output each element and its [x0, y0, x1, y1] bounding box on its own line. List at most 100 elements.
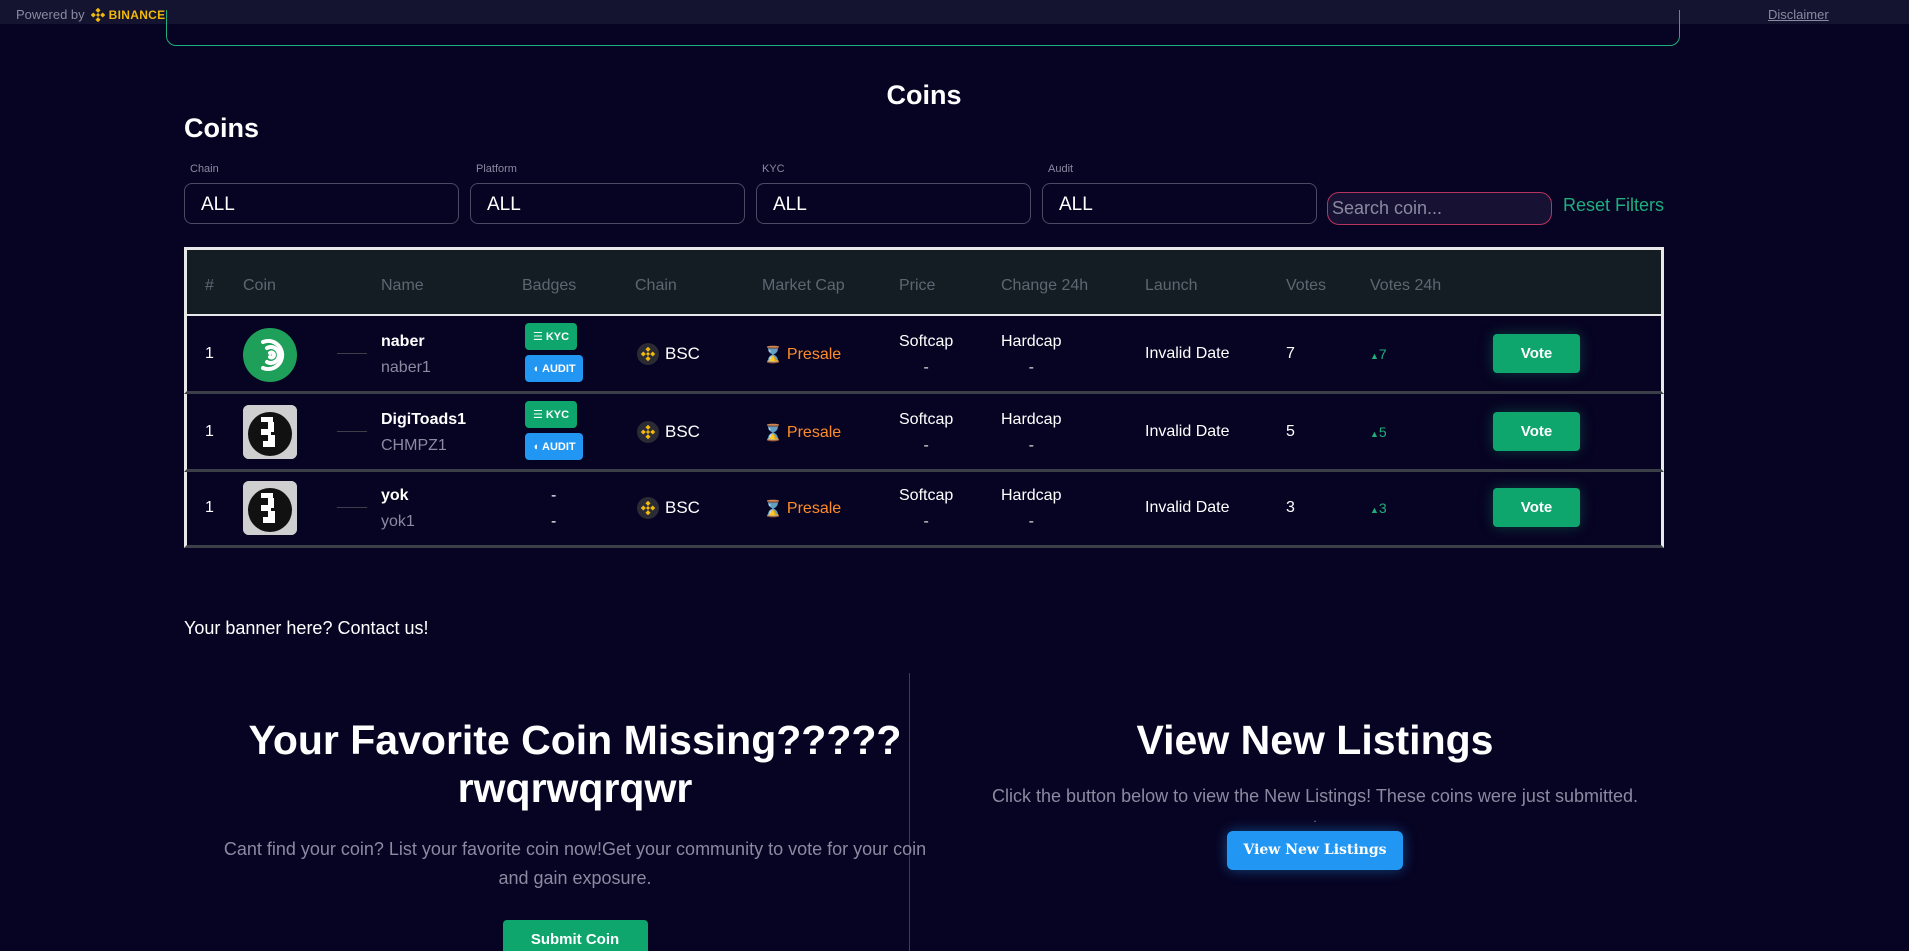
header-chain[interactable]: Chain	[635, 277, 677, 295]
up-arrow-icon: ▲	[1370, 505, 1379, 515]
coin-symbol: naber1	[381, 359, 431, 376]
hourglass-icon: ⌛	[763, 501, 783, 518]
coin-name[interactable]: naber	[381, 333, 431, 351]
new-listings-section: View New Listings Click the button below…	[980, 716, 1650, 870]
binance-logo[interactable]: BINANCE	[90, 7, 166, 22]
kyc-badge[interactable]: ☰ KYC	[525, 401, 577, 428]
bnb-chain-icon	[637, 497, 659, 519]
hardcap-value: -	[1028, 437, 1034, 454]
presale-label: Presale	[786, 500, 842, 517]
vote-button[interactable]: Vote	[1493, 488, 1580, 527]
filter-platform: Platform ALL	[470, 163, 745, 224]
header-votes-24h[interactable]: Votes 24h	[1370, 277, 1441, 295]
price-cell: Softcap -	[899, 333, 953, 377]
header-votes[interactable]: Votes	[1286, 277, 1326, 295]
header-market-cap[interactable]: Market Cap	[762, 277, 845, 295]
submit-coin-button[interactable]: Submit Coin	[502, 920, 648, 951]
submit-coin-title: Your Favorite Coin Missing????? rwqrwqrq…	[220, 716, 930, 812]
audit-badge-label: AUDIT	[542, 362, 576, 375]
hardcap-label: Hardcap	[1001, 411, 1062, 428]
row-divider	[337, 507, 367, 508]
badges: ☰ KYC ◖ AUDIT	[525, 401, 583, 460]
pixel-toad-logo-icon	[243, 481, 297, 535]
header-change-24h[interactable]: Change 24h	[1001, 277, 1088, 295]
header-rank[interactable]: #	[205, 277, 214, 295]
hardcap-value: -	[1028, 513, 1034, 530]
change-cell: Hardcap -	[1001, 411, 1061, 455]
hardcap-label: Hardcap	[1001, 333, 1062, 350]
change-cell: Hardcap -	[1001, 333, 1061, 377]
row-divider	[337, 431, 367, 432]
coin-name-block: naber naber1	[381, 333, 431, 377]
new-listings-text: Click the button below to view the New L…	[992, 786, 1638, 806]
price-cell: Softcap -	[899, 411, 953, 455]
chain-cell: BSC	[637, 497, 700, 519]
shield-icon: ◖	[532, 440, 540, 453]
softcap-value: -	[923, 513, 929, 530]
filter-audit-label: Audit	[1048, 163, 1074, 175]
vote-button[interactable]: Vote	[1493, 334, 1580, 373]
coin-name[interactable]: yok	[381, 487, 415, 505]
table-header: # Coin Name Badges Chain Market Cap Pric…	[184, 247, 1664, 316]
binance-icon	[90, 7, 105, 22]
chain-name: BSC	[665, 344, 700, 363]
filter-audit-select[interactable]: ALL	[1042, 183, 1317, 224]
hardcap-value: -	[1028, 359, 1034, 376]
kyc-icon: ☰	[532, 331, 543, 343]
coins-table: # Coin Name Badges Chain Market Cap Pric…	[184, 247, 1664, 548]
up-arrow-icon: ▲	[1370, 429, 1379, 439]
header-badges[interactable]: Badges	[522, 277, 576, 295]
table-row[interactable]: 1 naber naber1 ☰ KYC ◖ AUDIT BSC ⌛ Presa…	[184, 316, 1664, 394]
votes-count: 3	[1286, 499, 1295, 516]
filter-chain-select[interactable]: ALL	[184, 183, 459, 224]
coin-name[interactable]: DigiToads1	[381, 411, 466, 429]
submit-coin-title-line2: rwqrwqrqwr	[457, 765, 693, 811]
coin-symbol: CHMPZ1	[381, 437, 447, 454]
coin-name-block: yok yok1	[381, 487, 415, 531]
reset-filters-button[interactable]: Reset Filters	[1563, 195, 1664, 216]
softcap-value: -	[923, 359, 929, 376]
hourglass-icon: ⌛	[763, 347, 783, 364]
header-name[interactable]: Name	[381, 277, 424, 295]
disclaimer-link[interactable]: Disclaimer	[1768, 7, 1829, 22]
bnb-chain-icon	[637, 421, 659, 443]
filter-chain-label: Chain	[190, 163, 219, 175]
table-row[interactable]: 1 yok yok1 - - BSC ⌛ Presale Softcap - H…	[184, 472, 1664, 548]
header-price[interactable]: Price	[899, 277, 935, 295]
votes-count: 5	[1286, 423, 1295, 440]
header-launch[interactable]: Launch	[1145, 277, 1198, 295]
filter-kyc-label: KYC	[762, 163, 785, 175]
header-coin[interactable]: Coin	[243, 277, 276, 295]
shield-icon: ◖	[532, 362, 540, 375]
banner-text[interactable]: Your banner here? Contact us!	[184, 618, 429, 639]
presale-label: Presale	[786, 346, 842, 363]
submit-coin-title-line1: Your Favorite Coin Missing?????	[248, 717, 902, 763]
view-new-listings-button[interactable]: View New Listings	[1227, 831, 1403, 870]
softcap-value: -	[923, 437, 929, 454]
audit-badge[interactable]: ◖ AUDIT	[525, 355, 583, 382]
filter-kyc-select[interactable]: ALL	[756, 183, 1031, 224]
kyc-badge[interactable]: ☰ KYC	[525, 323, 577, 350]
badges: - -	[551, 487, 556, 531]
filter-platform-select[interactable]: ALL	[470, 183, 745, 224]
kyc-badge-label: KYC	[545, 408, 570, 421]
vote-button[interactable]: Vote	[1493, 412, 1580, 451]
powered-by-label: Powered by	[16, 7, 85, 22]
filter-kyc: KYC ALL	[756, 163, 1031, 224]
kyc-badge-label: KYC	[545, 330, 570, 343]
filter-audit: Audit ALL	[1042, 163, 1317, 224]
hourglass-icon: ⌛	[763, 425, 783, 442]
submit-coin-text: Cant find your coin? List your favorite …	[223, 839, 927, 888]
kyc-icon: ☰	[532, 409, 543, 421]
audit-badge[interactable]: ◖ AUDIT	[525, 433, 583, 460]
votes-24h-value: 7	[1378, 346, 1387, 362]
top-panel	[166, 10, 1680, 46]
search-input[interactable]	[1327, 192, 1552, 225]
bnb-chain-icon	[637, 343, 659, 365]
submit-coin-section: Your Favorite Coin Missing????? rwqrwqrq…	[220, 716, 930, 951]
table-row[interactable]: 1 DigiToads1 CHMPZ1 ☰ KYC ◖ AUDIT BSC ⌛ …	[184, 394, 1664, 472]
softcap-label: Softcap	[899, 487, 954, 504]
chain-name: BSC	[665, 498, 700, 517]
filter-chain: Chain ALL	[184, 163, 459, 224]
votes-24h: ▲3	[1370, 500, 1387, 516]
